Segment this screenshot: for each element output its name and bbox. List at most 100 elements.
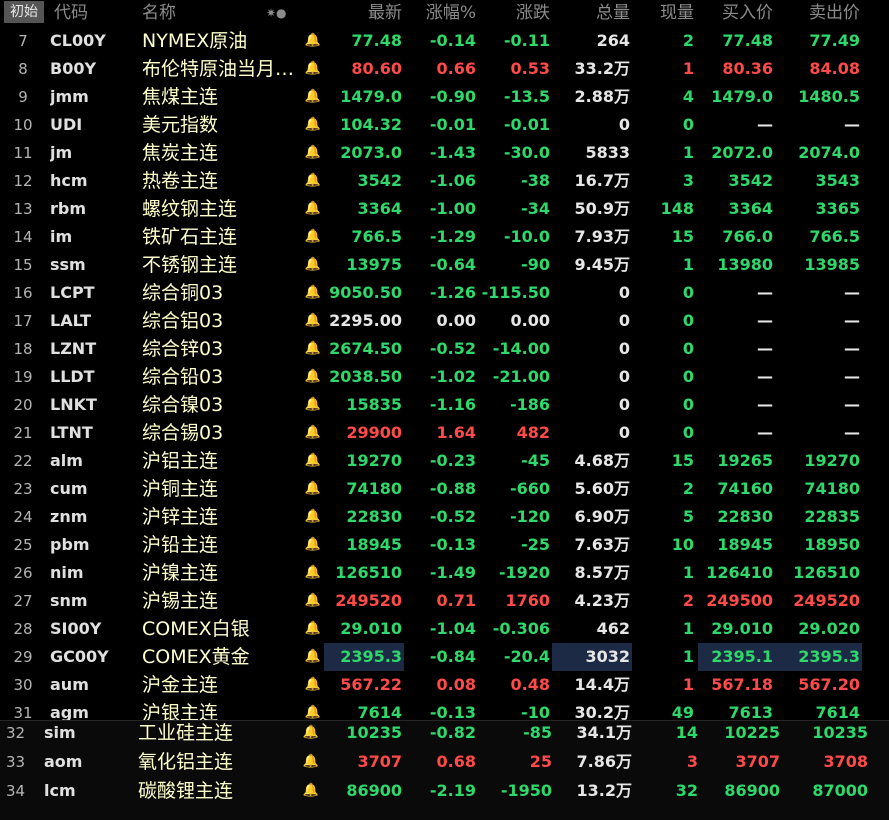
last-price: 126510 xyxy=(335,563,402,582)
bell-icon[interactable]: 🔔 xyxy=(304,111,322,139)
bell-icon[interactable]: 🔔 xyxy=(304,559,322,587)
table-row[interactable]: 22 alm 沪铝主连 🔔 19270 -0.23 -45 4.68万 15 19265 19270 xyxy=(0,447,882,475)
current-volume: 32 xyxy=(675,781,698,800)
total-volume: 3032 xyxy=(585,647,630,666)
bell-icon[interactable]: 🔔 xyxy=(302,777,320,805)
bell-icon[interactable]: 🔔 xyxy=(304,83,322,111)
table-row[interactable]: 30 aum 沪金主连 🔔 567.22 0.08 0.48 14.4万 1 567.18 567.… xyxy=(0,671,882,699)
column-header-volume[interactable]: 总量 xyxy=(552,2,630,24)
column-header-change[interactable]: 涨跌 xyxy=(478,2,550,24)
bid-price: 13980 xyxy=(717,255,773,274)
bell-icon[interactable]: 🔔 xyxy=(304,55,322,83)
bell-icon[interactable]: 🔔 xyxy=(304,307,322,335)
table-row[interactable]: 7 CL00Y NYMEX原油 🔔 77.48 -0.14 -0.11 264 2 77.48 77… xyxy=(0,27,882,55)
current-volume: 1 xyxy=(682,563,694,582)
current-volume: 15 xyxy=(671,451,694,470)
table-row[interactable]: 33 aom 氧化铝主连 🔔 3707 0.68 25 7.86万 3 3707 3708 xyxy=(0,748,882,776)
table-row[interactable]: 11 jm 焦炭主连 🔔 2073.0 -1.43 -30.0 5833 1 2072.0 2074… xyxy=(0,139,882,167)
contract-code: rbm xyxy=(50,199,87,218)
table-row[interactable]: 8 B00Y 布伦特原油当月… 🔔 80.60 0.66 0.53 33.2万 1 80.36 84… xyxy=(0,55,882,83)
bell-icon[interactable]: 🔔 xyxy=(304,335,322,363)
bid-price: — xyxy=(757,339,773,358)
bell-icon[interactable]: 🔔 xyxy=(304,195,322,223)
bell-icon[interactable]: 🔔 xyxy=(304,475,322,503)
bid-price: 2072.0 xyxy=(711,143,773,162)
current-volume: 10 xyxy=(671,535,694,554)
table-row[interactable]: 20 LNKT 综合镍03 🔔 15835 -1.16 -186 0 0 — — xyxy=(0,391,882,419)
table-row[interactable]: 34 lcm 碳酸锂主连 🔔 86900 -2.19 -1950 13.2万 32 86900 87… xyxy=(0,777,882,805)
bell-icon[interactable]: 🔔 xyxy=(304,419,322,447)
column-header-change-pct[interactable]: 涨幅% xyxy=(408,2,476,24)
bell-icon[interactable]: 🔔 xyxy=(304,167,322,195)
contract-code: znm xyxy=(50,507,88,526)
initial-button[interactable]: 初始 xyxy=(4,1,44,23)
last-price: 2038.50 xyxy=(329,367,402,386)
table-row[interactable]: 32 sim 工业硅主连 🔔 10235 -0.82 -85 34.1万 14 10225 1023… xyxy=(0,719,882,747)
bell-icon[interactable]: 🔔 xyxy=(302,748,320,776)
current-volume: 15 xyxy=(671,227,694,246)
bell-icon[interactable]: 🔔 xyxy=(304,223,322,251)
row-number: 29 xyxy=(13,648,33,666)
bell-icon[interactable]: 🔔 xyxy=(304,587,322,615)
contract-code: CL00Y xyxy=(50,31,106,50)
bell-icon[interactable]: 🔔 xyxy=(304,615,322,643)
row-number: 27 xyxy=(13,592,33,610)
ask-price: 29.020 xyxy=(798,619,860,638)
ask-price: 766.5 xyxy=(809,227,860,246)
change-value: -38 xyxy=(521,171,550,190)
column-header-bid[interactable]: 买入价 xyxy=(698,2,773,24)
column-header-last[interactable]: 最新 xyxy=(340,2,402,24)
column-header-name[interactable]: 名称 xyxy=(142,2,176,24)
table-row[interactable]: 17 LALT 综合铝03 🔔 2295.00 0.00 0.00 0 0 — — xyxy=(0,307,882,335)
contract-code: GC00Y xyxy=(50,647,109,666)
bell-icon[interactable]: 🔔 xyxy=(304,643,322,671)
change-pct: -1.43 xyxy=(429,143,476,162)
contract-code: SI00Y xyxy=(50,619,102,638)
table-row[interactable]: 16 LCPT 综合铜03 🔔 9050.50 -1.26 -115.50 0 0 — — xyxy=(0,279,882,307)
change-pct: -0.14 xyxy=(429,31,476,50)
table-row[interactable]: 14 im 铁矿石主连 🔔 766.5 -1.29 -10.0 7.93万 15 766.0 766… xyxy=(0,223,882,251)
table-row[interactable]: 23 cum 沪铜主连 🔔 74180 -0.88 -660 5.60万 2 74160 74180 xyxy=(0,475,882,503)
table-row[interactable]: 21 LTNT 综合锡03 🔔 29900 1.64 482 0 0 — — xyxy=(0,419,882,447)
bell-icon[interactable]: 🔔 xyxy=(302,719,320,747)
total-volume: 4.23万 xyxy=(574,591,630,610)
contract-name: 铁矿石主连 xyxy=(142,226,238,248)
table-row[interactable]: 28 SI00Y COMEX白银 🔔 29.010 -1.04 -0.306 462 1 29.0… xyxy=(0,615,882,643)
bell-icon[interactable]: 🔔 xyxy=(304,139,322,167)
bell-icon[interactable]: 🔔 xyxy=(304,531,322,559)
contract-name: 不锈钢主连 xyxy=(142,254,238,276)
column-header-code[interactable]: 代码 xyxy=(54,2,88,24)
table-row[interactable]: 27 snm 沪锡主连 🔔 249520 0.71 1760 4.23万 2 249500 2495… xyxy=(0,587,882,615)
table-row[interactable]: 29 GC00Y COMEX黄金 🔔 2395.3 -0.84 -20.4 3032 1 2395… xyxy=(0,643,882,671)
column-header-ask[interactable]: 卖出价 xyxy=(778,2,860,24)
bell-icon[interactable]: 🔔 xyxy=(304,251,322,279)
table-row[interactable]: 15 ssm 不锈钢主连 🔔 13975 -0.64 -90 9.45万 1 13980 13985 xyxy=(0,251,882,279)
bell-icon[interactable]: 🔔 xyxy=(304,363,322,391)
bell-icon[interactable]: 🔔 xyxy=(304,671,322,699)
bell-icon[interactable]: 🔔 xyxy=(304,391,322,419)
table-row[interactable]: 10 UDI 美元指数 🔔 104.32 -0.01 -0.01 0 0 — — xyxy=(0,111,882,139)
alert-toggle-icon[interactable]: ✷● xyxy=(266,2,287,24)
bell-icon[interactable]: 🔔 xyxy=(304,27,322,55)
table-row[interactable]: 9 jmm 焦煤主连 🔔 1479.0 -0.90 -13.5 2.88万 4 1479.0 148… xyxy=(0,83,882,111)
bell-icon[interactable]: 🔔 xyxy=(304,279,322,307)
column-header-current-volume[interactable]: 现量 xyxy=(632,2,694,24)
ask-price: 126510 xyxy=(793,563,860,582)
bell-icon[interactable]: 🔔 xyxy=(304,503,322,531)
bid-price: — xyxy=(757,395,773,414)
total-volume: 13.2万 xyxy=(576,781,632,800)
last-price: 249520 xyxy=(335,591,402,610)
table-row[interactable]: 13 rbm 螺纹钢主连 🔔 3364 -1.00 -34 50.9万 148 3364 3365 xyxy=(0,195,882,223)
table-row[interactable]: 12 hcm 热卷主连 🔔 3542 -1.06 -38 16.7万 3 3542 3543 xyxy=(0,167,882,195)
last-price: 22830 xyxy=(346,507,402,526)
change-value: 1760 xyxy=(505,591,550,610)
table-row[interactable]: 19 LLDT 综合铅03 🔔 2038.50 -1.02 -21.00 0 0 — — xyxy=(0,363,882,391)
table-row[interactable]: 25 pbm 沪铅主连 🔔 18945 -0.13 -25 7.63万 10 18945 18950 xyxy=(0,531,882,559)
total-volume: 264 xyxy=(596,31,630,50)
table-row[interactable]: 24 znm 沪锌主连 🔔 22830 -0.52 -120 6.90万 5 22830 22835 xyxy=(0,503,882,531)
table-row[interactable]: 26 nim 沪镍主连 🔔 126510 -1.49 -1920 8.57万 1 126410 12… xyxy=(0,559,882,587)
current-volume: 1 xyxy=(682,619,694,638)
bell-icon[interactable]: 🔔 xyxy=(304,447,322,475)
change-pct: -0.52 xyxy=(429,507,476,526)
table-row[interactable]: 18 LZNT 综合锌03 🔔 2674.50 -0.52 -14.00 0 0 — — xyxy=(0,335,882,363)
